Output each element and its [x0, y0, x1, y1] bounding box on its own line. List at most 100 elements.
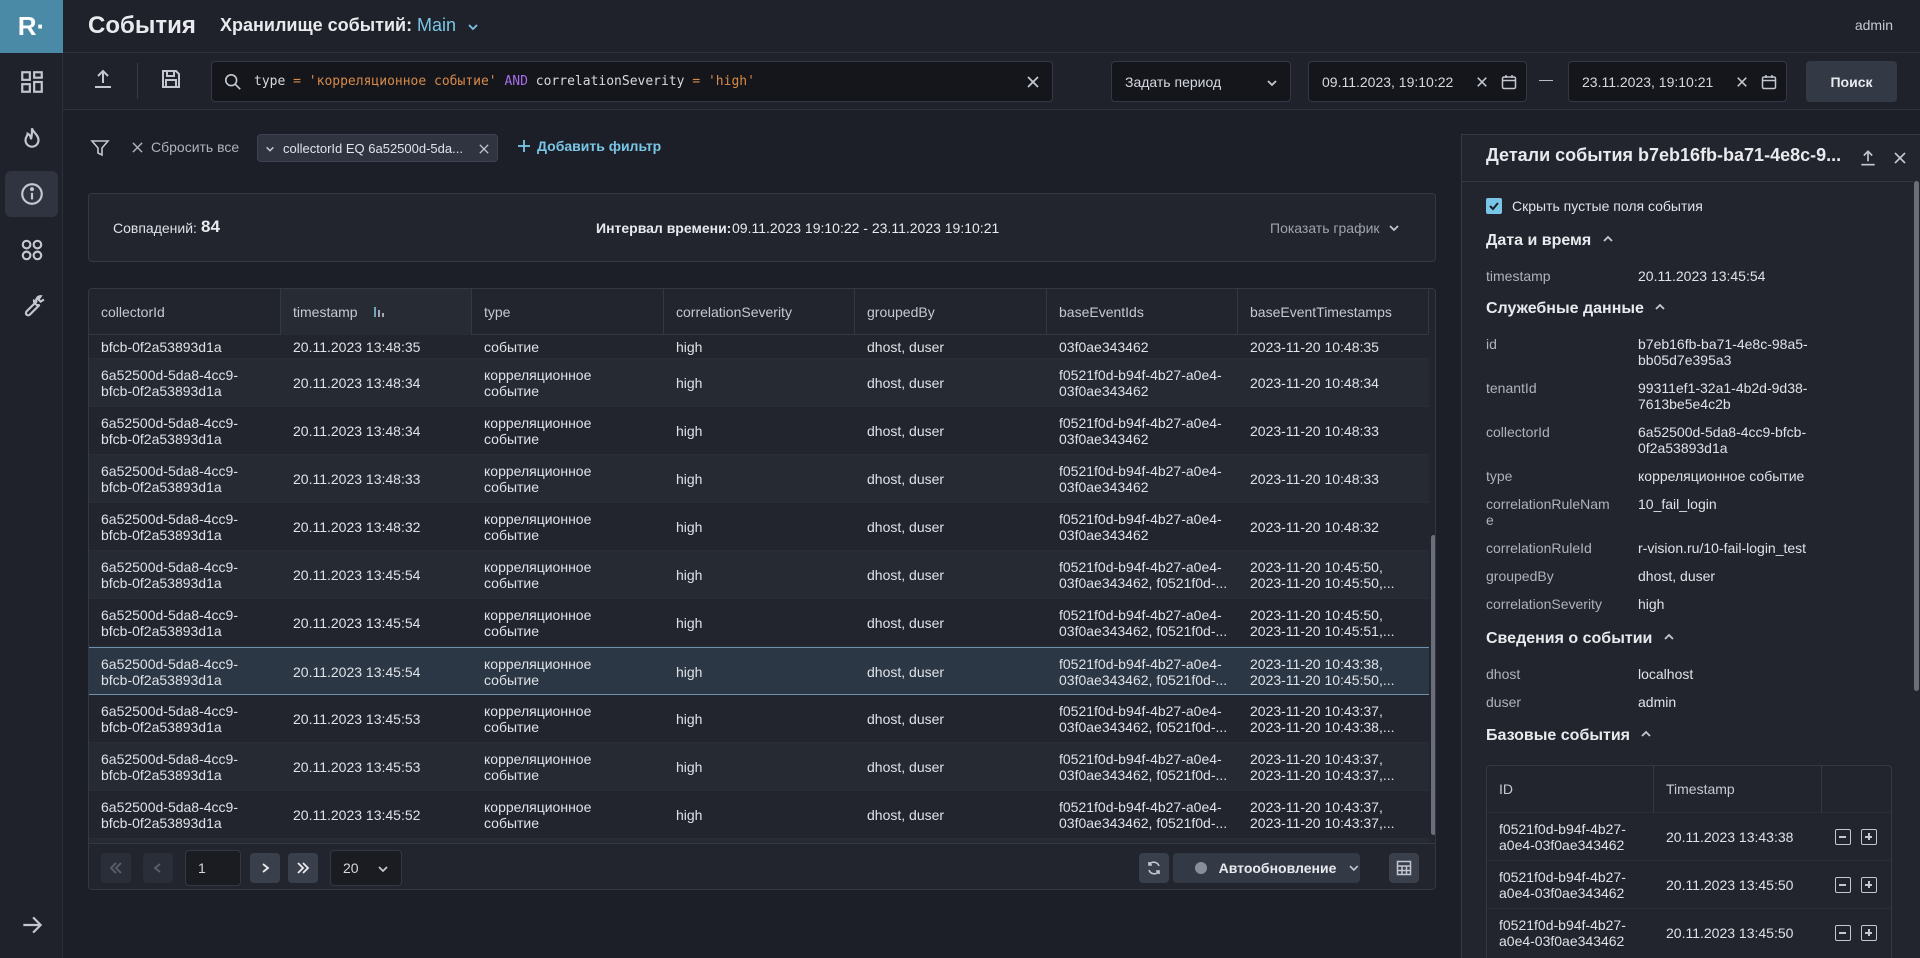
expand-icon[interactable]	[1861, 925, 1877, 941]
show-chart-toggle[interactable]: Показать график	[1270, 220, 1400, 236]
reset-filters-button[interactable]: Сбросить все	[132, 139, 239, 155]
cell-timestamp-line: 20.11.2023 13:45:52	[293, 807, 421, 823]
column-header-timestamp[interactable]: Timestamp	[1654, 766, 1822, 812]
user-menu[interactable]: admin	[1855, 17, 1893, 33]
column-header-type[interactable]: type	[472, 289, 664, 335]
close-icon[interactable]	[1894, 152, 1906, 164]
column-header-actions	[1822, 766, 1891, 812]
cell-grouped-by: dhost, duser	[855, 743, 1047, 791]
table-row[interactable]: 6a52500d-5da8-4cc9-bfcb-0f2a53893d1a 20.1…	[89, 599, 1429, 647]
column-header-baseeventtimestamps[interactable]: baseEventTimestamps	[1238, 289, 1429, 335]
date-to-field[interactable]: 23.11.2023, 19:10:21	[1568, 61, 1787, 102]
base-event-row[interactable]: f0521f0d-b94f-4b27- a0e4-03f0ae343462 20.1…	[1487, 860, 1891, 908]
column-header-baseeventids[interactable]: baseEventIds	[1047, 289, 1238, 335]
clear-icon[interactable]	[1476, 76, 1488, 88]
cell-collector-id-line: 6a52500d-5da8-4cc9-	[101, 367, 238, 383]
cell-grouped-by-line: dhost, duser	[867, 711, 945, 727]
cell-severity-line: high	[676, 711, 703, 727]
app-logo[interactable]: R·	[0, 0, 63, 53]
export-icon[interactable]	[1858, 148, 1878, 168]
table-row[interactable]: 6a52500d-5da8-4cc9-bfcb-0f2a53893d1a 20.1…	[89, 743, 1429, 791]
storage-selector[interactable]: Main	[417, 15, 456, 36]
cell-type-line: событие	[484, 719, 540, 735]
column-header-correlationseverity[interactable]: correlationSeverity	[664, 289, 855, 335]
add-filter-button[interactable]: Добавить фильтр	[517, 138, 661, 154]
page-size-select[interactable]: 20	[330, 850, 402, 886]
date-from-value: 09.11.2023, 19:10:22	[1322, 74, 1454, 90]
close-icon[interactable]	[479, 144, 489, 154]
details-scrollbar[interactable]	[1913, 181, 1920, 958]
query-input[interactable]: type = 'корреляционное событие' AND corr…	[211, 61, 1053, 102]
table-row[interactable]: 6a52500d-5da8-4cc9-bfcb-0f2a53893d1a 20.1…	[89, 359, 1429, 407]
cell-base-event-ids-line: f0521f0d-b94f-4b27-a0e4-	[1059, 799, 1222, 815]
section-base-events[interactable]: Базовые события	[1486, 727, 1652, 745]
filter-icon[interactable]	[90, 138, 110, 158]
next-page-button[interactable]	[250, 853, 280, 883]
last-page-button[interactable]	[288, 853, 318, 883]
sort-icon[interactable]	[373, 305, 387, 319]
chevron-down-icon[interactable]	[265, 144, 275, 154]
date-from-field[interactable]: 09.11.2023, 19:10:22	[1308, 61, 1527, 102]
cell-base-timestamp: 20.11.2023 13:45:50	[1666, 925, 1794, 941]
sidebar-item-modules[interactable]	[5, 227, 58, 273]
search-button[interactable]: Поиск	[1806, 61, 1897, 102]
page-number-input[interactable]: 1	[185, 850, 241, 886]
cell-base-id-line: a0e4-03f0ae343462	[1499, 837, 1625, 853]
calendar-icon[interactable]	[1501, 74, 1517, 90]
details-scrollbar-thumb[interactable]	[1914, 181, 1919, 691]
prev-page-button[interactable]	[143, 853, 173, 883]
columns-settings-button[interactable]	[1389, 853, 1419, 883]
calendar-icon[interactable]	[1761, 74, 1777, 90]
cell-base-event-timestamps-line: 2023-11-20 10:45:51,...	[1250, 623, 1395, 639]
cell-grouped-by-line: dhost, duser	[867, 759, 945, 775]
sidebar-item-settings[interactable]	[5, 283, 58, 329]
cell-base-event-timestamps-line: 2023-11-20 10:43:37,...	[1250, 767, 1395, 783]
table-row[interactable]: 6a52500d-5da8-4cc9-bfcb-0f2a53893d1a 20.1…	[89, 503, 1429, 551]
table-row[interactable]: 6a52500d-5da8-4cc9-bfcb-0f2a53893d1a 20.1…	[89, 407, 1429, 455]
table-row[interactable]: 6a52500d-5da8-4cc9-bfcb-0f2a53893d1a 20.1…	[89, 695, 1429, 743]
cell-collector-id-line: bfcb-0f2a53893d1a	[101, 575, 222, 591]
sidebar-item-incidents[interactable]	[5, 115, 58, 161]
column-header-collectorid[interactable]: collectorId	[89, 289, 281, 335]
sidebar-expand-button[interactable]	[5, 902, 58, 948]
base-event-row[interactable]: f0521f0d-b94f-4b27- a0e4-03f0ae343462 20.1…	[1487, 812, 1891, 860]
clear-icon[interactable]	[1736, 76, 1748, 88]
save-query-button[interactable]	[159, 67, 187, 95]
chevron-down-icon[interactable]	[467, 21, 479, 33]
expand-icon[interactable]	[1861, 877, 1877, 893]
cell-severity-line: high	[676, 567, 703, 583]
collapse-icon[interactable]	[1835, 925, 1851, 941]
collapse-icon[interactable]	[1835, 829, 1851, 845]
table-row[interactable]: 6a52500d-5da8-4cc9-bfcb-0f2a53893d1a 20.1…	[89, 647, 1429, 695]
expand-icon[interactable]	[1861, 829, 1877, 845]
hide-empty-label: Скрыть пустые поля события	[1512, 198, 1703, 214]
cell-grouped-by: dhost, duser	[867, 339, 945, 355]
first-page-button[interactable]	[101, 853, 131, 883]
section-datetime[interactable]: Дата и время	[1486, 232, 1614, 250]
base-event-row[interactable]: f0521f0d-b94f-4b27- a0e4-03f0ae343462 20.1…	[1487, 908, 1891, 956]
section-service-data[interactable]: Служебные данные	[1486, 300, 1666, 318]
sidebar-item-events[interactable]	[5, 171, 58, 217]
table-row[interactable]: 6a52500d-5da8-4cc9-bfcb-0f2a53893d1a 20.1…	[89, 551, 1429, 599]
refresh-button[interactable]	[1139, 853, 1169, 883]
table-row[interactable]: bfcb-0f2a53893d1a 20.11.2023 13:48:35 со…	[89, 335, 1429, 359]
column-header-groupedby[interactable]: groupedBy	[855, 289, 1047, 335]
sidebar-item-dashboards[interactable]	[5, 59, 58, 105]
matches-label: Совпадений:	[113, 220, 197, 236]
cell-type-line: корреляционное	[484, 751, 592, 767]
date-range-separator: —	[1539, 71, 1553, 87]
table-scrollbar-thumb[interactable]	[1431, 535, 1435, 835]
period-select[interactable]: Задать период	[1111, 61, 1291, 102]
table-row[interactable]: 6a52500d-5da8-4cc9-bfcb-0f2a53893d1a 20.1…	[89, 455, 1429, 503]
collapse-icon[interactable]	[1835, 877, 1851, 893]
table-row[interactable]: 6a52500d-5da8-4cc9-bfcb-0f2a53893d1a 20.1…	[89, 791, 1429, 839]
clear-icon[interactable]	[1026, 75, 1040, 89]
column-header-timestamp[interactable]: timestamp	[281, 289, 472, 335]
filter-chip[interactable]: collectorId EQ 6a52500d-5da...	[257, 134, 498, 162]
table-scrollbar[interactable]	[1430, 335, 1435, 843]
autorefresh-button[interactable]: Автообновление	[1173, 853, 1360, 883]
hide-empty-checkbox[interactable]: Скрыть пустые поля события	[1486, 198, 1703, 214]
column-header-id[interactable]: ID	[1487, 766, 1654, 812]
export-button[interactable]	[91, 67, 119, 95]
section-event-info[interactable]: Сведения о событии	[1486, 630, 1675, 648]
